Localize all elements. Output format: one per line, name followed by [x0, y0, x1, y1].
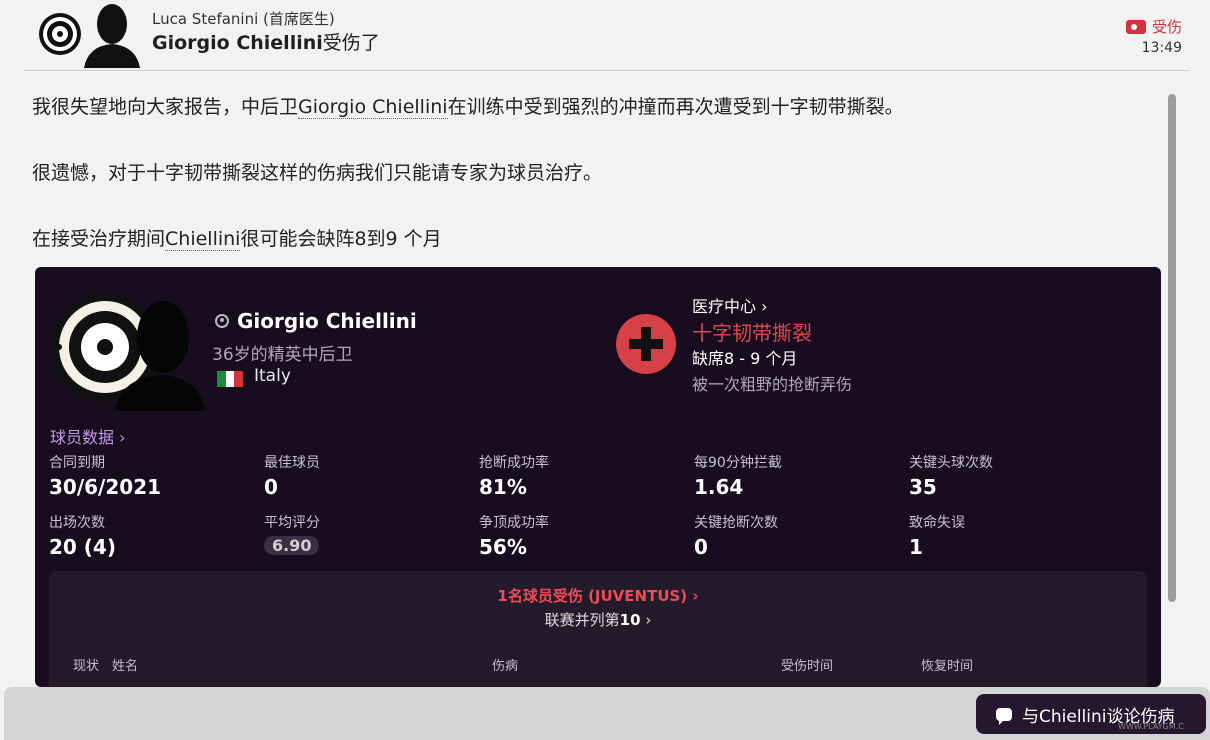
player-name-text: Giorgio Chiellini — [237, 309, 417, 333]
col-return-date[interactable]: 恢复时间 — [921, 655, 973, 674]
chat-icon — [996, 707, 1012, 725]
stat-value: 30/6/2021 — [49, 475, 162, 499]
message-paragraph-1: 我很失望地向大家报告，中后卫Giorgio Chiellini在训练中受到强烈的… — [32, 92, 904, 119]
col-injury[interactable]: 伤病 — [492, 655, 518, 674]
injury-duration: 缺席8 - 9 个月 — [692, 349, 798, 368]
col-injured-date[interactable]: 受伤时间 — [781, 655, 833, 674]
stat-label: 关键头球次数 — [909, 455, 993, 471]
stat-label: 出场次数 — [49, 515, 105, 531]
stat-value: 35 — [909, 475, 937, 499]
stat-label: 争顶成功率 — [479, 515, 549, 531]
p1-text-b: 在训练中受到强烈的冲撞而再次遭受到十字韧带撕裂。 — [447, 96, 904, 118]
stat-contract-expiry: 合同到期 30/6/2021 — [49, 452, 161, 499]
sender-name: Luca Stefanini (首席医生) — [152, 10, 335, 28]
stat-average-rating: 平均评分 6.90 — [264, 512, 320, 555]
stat-value: 20 (4) — [49, 535, 116, 559]
player-name[interactable]: Giorgio Chiellini — [215, 309, 417, 333]
message-subject: Giorgio Chiellini受伤了 — [152, 28, 380, 55]
injury-tag: 受伤 — [1125, 16, 1182, 37]
p3-text-b: 很可能会缺阵8到9 个月 — [240, 228, 442, 250]
subject-suffix: 受伤了 — [322, 32, 380, 54]
stat-label: 平均评分 — [264, 515, 320, 531]
doctor-silhouette-icon[interactable] — [80, 0, 144, 68]
stat-value: 56% — [479, 535, 527, 559]
club-injuries-link[interactable]: 1名球员受伤 (JUVENTUS) › — [49, 585, 1147, 606]
stat-value: 0 — [694, 535, 708, 559]
club-badge-icon[interactable] — [38, 12, 82, 56]
chevron-right-icon: › — [640, 611, 652, 629]
stat-label: 每90分钟拦截 — [694, 455, 782, 471]
medical-centre-link[interactable]: 医疗中心 › — [692, 293, 768, 317]
p1-text-a: 我很失望地向大家报告，中后卫 — [32, 96, 299, 118]
italy-flag-icon — [217, 371, 244, 387]
player-profile-icon — [215, 314, 229, 328]
stat-value: 1 — [909, 535, 923, 559]
player-silhouette-icon[interactable] — [115, 291, 205, 411]
player-nation[interactable]: Italy — [254, 366, 291, 386]
message-time: 13:49 — [1141, 40, 1182, 56]
header-divider — [24, 70, 1189, 71]
stat-errors-leading-to-goal: 致命失误 1 — [909, 512, 965, 559]
stat-label: 关键抢断次数 — [694, 515, 778, 531]
league-position-text: 联赛并列第 — [544, 611, 620, 629]
col-status[interactable]: 现状 — [73, 655, 99, 674]
club-injuries-card: 1名球员受伤 (JUVENTUS) › 联赛并列第10 › 现状 姓名 伤病 受… — [49, 571, 1147, 687]
stat-label: 抢断成功率 — [479, 455, 549, 471]
stat-value: 0 — [264, 475, 278, 499]
stat-interceptions-per-90: 每90分钟拦截 1.64 — [694, 452, 782, 499]
stat-appearances: 出场次数 20 (4) — [49, 512, 116, 559]
message-paragraph-2: 很遗憾，对于十字韧带撕裂这样的伤病我们只能请专家为球员治疗。 — [32, 162, 603, 184]
injury-tag-icon — [1125, 19, 1146, 34]
stat-label: 最佳球员 — [264, 455, 320, 471]
stat-tackle-success: 抢断成功率 81% — [479, 452, 549, 499]
league-position-number: 10 — [619, 611, 641, 629]
player-stats-link[interactable]: 球员数据 › — [50, 424, 126, 448]
player-description: 36岁的精英中后卫 — [212, 345, 353, 365]
stat-header-success: 争顶成功率 56% — [479, 512, 549, 559]
stat-player-of-match: 最佳球员 0 — [264, 452, 320, 499]
message-paragraph-3: 在接受治疗期间Chiellini很可能会缺阵8到9 个月 — [32, 224, 442, 251]
injury-panel: Giorgio Chiellini 36岁的精英中后卫 Italy 医疗中心 ›… — [35, 267, 1161, 687]
injury-name: 十字韧带撕裂 — [692, 321, 812, 345]
message-header: Luca Stefanini (首席医生) Giorgio Chiellini受… — [0, 0, 1210, 70]
col-name[interactable]: 姓名 — [112, 655, 138, 674]
stat-key-headers: 关键头球次数 35 — [909, 452, 993, 499]
stat-key-tackles: 关键抢断次数 0 — [694, 512, 778, 559]
stat-label: 合同到期 — [49, 455, 105, 471]
stat-label: 致命失误 — [909, 515, 965, 531]
league-position-link[interactable]: 联赛并列第10 › — [49, 609, 1147, 630]
p1-player-link[interactable]: Giorgio Chiellini — [298, 96, 448, 119]
stat-value: 81% — [479, 475, 527, 499]
stat-value: 6.90 — [264, 536, 320, 555]
injury-tag-label: 受伤 — [1151, 18, 1182, 36]
p3-text-a: 在接受治疗期间 — [32, 228, 166, 250]
stat-value: 1.64 — [694, 475, 744, 499]
scrollbar[interactable] — [1168, 94, 1176, 602]
subject-player-name[interactable]: Giorgio Chiellini — [152, 32, 323, 54]
watermark: WWW.PLAYGM.C — [1118, 722, 1184, 731]
p3-player-link[interactable]: Chiellini — [165, 228, 241, 251]
injury-cause: 被一次粗野的抢断弄伤 — [692, 375, 853, 394]
medical-cross-icon — [616, 314, 676, 374]
